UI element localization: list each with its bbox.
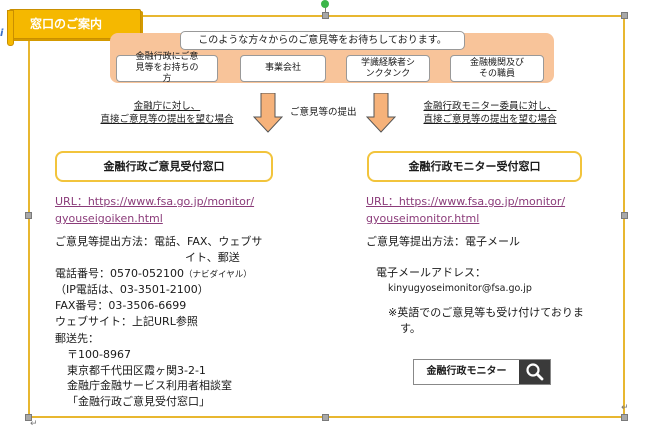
resize-handle-bottom-right[interactable]: [621, 414, 628, 421]
resize-handle-right[interactable]: [621, 212, 628, 219]
right-window-title: 金融行政モニター受付窓口: [367, 151, 582, 182]
down-arrow-left-icon: [253, 93, 283, 133]
left-mail-label: 郵送先：: [55, 332, 99, 345]
right-email-label: 電子メールアドレス：: [376, 266, 486, 279]
right-method: ご意見等提出方法：電子メール: [366, 235, 520, 248]
right-route-note: 金融行政モニター委員に対し、 直接ご意見等の提出を望む場合: [423, 101, 557, 125]
left-mail-address: 〒100-8967 東京都千代田区霞ヶ関3-2-1 金融庁金融サービス利用者相談…: [67, 348, 232, 408]
section-tab-label: 窓口のご案内: [30, 17, 103, 31]
monitor-search-label: 金融行政モニター: [426, 366, 507, 377]
submission-label: ご意見等の提出: [290, 107, 357, 118]
audience-pill-1: 金融行政にご意見等をお持ちの方: [116, 52, 218, 84]
anchor-mark-icon: ↵: [621, 403, 629, 413]
resize-handle-left[interactable]: [25, 212, 32, 219]
rotate-handle[interactable]: [321, 0, 329, 8]
audience-heading: このような方々からのご意見等をお待ちしております。: [180, 31, 465, 50]
paragraph-mark-icon: ↵: [30, 419, 38, 429]
right-email: kinyugyoseimonitor@fsa.go.jp: [388, 283, 532, 294]
right-url-link[interactable]: URL：https://www.fsa.go.jp/monitor/gyouse…: [366, 193, 565, 227]
left-fax: FAX番号：03-3506-6699: [55, 299, 187, 312]
magnifier-icon: [519, 360, 550, 384]
left-website: ウェブサイト：上記URL参照: [55, 315, 198, 328]
down-arrow-right-icon: [366, 93, 396, 133]
audience-pill-2: 事業会社: [240, 55, 326, 82]
resize-handle-bottom[interactable]: [322, 414, 329, 421]
left-phone: 電話番号：0570-052100（ナビダイヤル）: [55, 267, 252, 280]
left-ip-phone: （IP電話は、03-3501-2100）: [55, 283, 209, 296]
audience-pill-3: 学識経験者シンクタンク: [346, 55, 430, 82]
audience-pill-4: 金融機関及びその職員: [450, 55, 544, 82]
monitor-search-button[interactable]: 金融行政モニター: [413, 359, 551, 385]
left-url-link[interactable]: URL：https://www.fsa.go.jp/monitor/gyouse…: [55, 193, 254, 227]
left-route-note: 金融庁に対し、 直接ご意見等の提出を望む場合: [100, 101, 234, 125]
resize-handle-top-right[interactable]: [621, 12, 628, 19]
tab-scroll-edge: [7, 10, 14, 46]
left-method: ご意見等提出方法：電話、FAX、ウェブサ イト、郵送: [55, 235, 263, 264]
text-fragment: i: [0, 28, 4, 39]
resize-handle-top[interactable]: [322, 12, 329, 19]
right-english-note: ※英語でのご意見等も受け付けておりま す。: [388, 306, 584, 335]
left-window-title: 金融行政ご意見受付窓口: [55, 151, 273, 182]
